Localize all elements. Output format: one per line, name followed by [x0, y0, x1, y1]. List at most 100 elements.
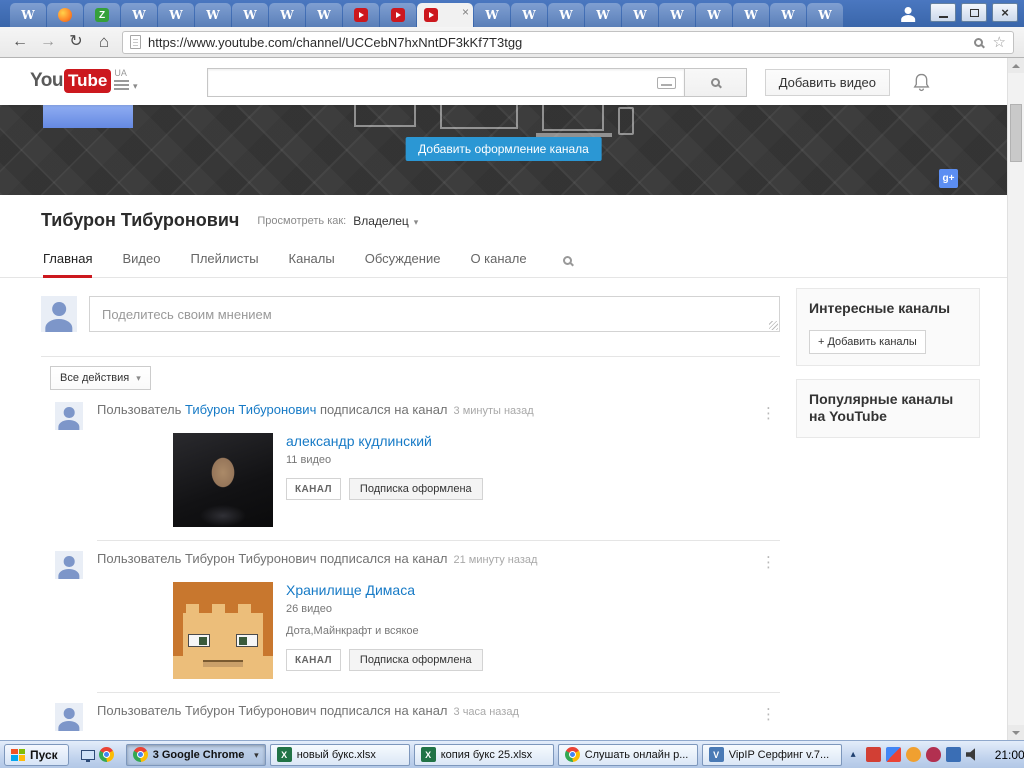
close-button[interactable]	[992, 3, 1018, 22]
browser-tab[interactable]: W	[696, 3, 732, 27]
scroll-up-arrow[interactable]	[1008, 58, 1024, 73]
item-menu-icon[interactable]	[761, 553, 776, 571]
browser-profile-icon[interactable]	[899, 4, 917, 22]
search-button[interactable]	[685, 68, 747, 97]
channel-tab[interactable]: Главная	[43, 242, 93, 278]
browser-tab[interactable]: W	[306, 3, 342, 27]
browser-tab[interactable]: W	[511, 3, 547, 27]
browser-tab[interactable]	[47, 3, 83, 27]
main-column: Все действия Пользователь Тибурон Тибуро…	[41, 278, 780, 732]
youtube-logo[interactable]: You Tube UA	[30, 68, 127, 93]
item-menu-icon[interactable]	[761, 705, 776, 723]
channel-thumbnail[interactable]	[173, 433, 273, 527]
notifications-bell-icon[interactable]	[913, 72, 930, 95]
view-as-dropdown[interactable]: Владелец	[353, 214, 418, 228]
back-button[interactable]	[10, 34, 30, 50]
channel-tab[interactable]: Плейлисты	[190, 242, 258, 278]
search-icon[interactable]	[973, 37, 983, 47]
shield-tray-icon[interactable]	[925, 747, 941, 762]
tab-close-icon[interactable]: ×	[462, 6, 469, 18]
channel-tab[interactable]: О канале	[470, 242, 526, 278]
resize-handle[interactable]	[769, 321, 778, 330]
browser-tab[interactable]: W	[10, 3, 46, 27]
channel-search-icon[interactable]	[562, 242, 572, 277]
keyboard-icon[interactable]	[657, 77, 676, 89]
subscribed-button[interactable]: Подписка оформлена	[348, 478, 483, 500]
scrollbar-thumb[interactable]	[1010, 104, 1022, 162]
taskbar-clock[interactable]: 21:00	[989, 748, 1024, 762]
browser-tab[interactable]	[380, 3, 416, 27]
wiki-favicon: W	[522, 8, 536, 22]
channel-tab[interactable]: Каналы	[289, 242, 335, 278]
share-opinion-input[interactable]	[89, 296, 780, 332]
channel-button[interactable]: КАНАЛ	[286, 478, 341, 500]
channel-tab[interactable]: Обсуждение	[365, 242, 441, 278]
scroll-down-arrow[interactable]	[1008, 725, 1024, 740]
actor-name: Тибурон Тибуронович	[184, 703, 317, 718]
restore-button[interactable]	[961, 3, 987, 22]
actor-name[interactable]: Тибурон Тибуронович	[185, 402, 316, 417]
browser-tab[interactable]: Z	[84, 3, 120, 27]
page-icon	[130, 35, 141, 49]
wiki-favicon: W	[559, 8, 573, 22]
show-desktop-icon[interactable]	[80, 745, 95, 765]
taskbar-button[interactable]: VipIP Серфинг v.7...	[701, 743, 842, 766]
add-channel-art-button[interactable]: Добавить оформление канала	[405, 137, 602, 161]
bookmark-star-icon[interactable]	[993, 33, 1006, 51]
firefox-favicon	[58, 8, 72, 22]
activity-prefix: Пользователь	[97, 551, 185, 566]
item-menu-icon[interactable]	[761, 404, 776, 422]
subscribed-button[interactable]: Подписка оформлена	[348, 649, 483, 671]
browser-tab[interactable]: W	[733, 3, 769, 27]
browser-tab[interactable]: W	[158, 3, 194, 27]
taskbar-button[interactable]: новый букс.xlsx	[269, 743, 410, 766]
card-buttons: КАНАЛ Подписка оформлена	[286, 649, 483, 671]
volume-tray-icon[interactable]	[965, 748, 975, 761]
refresh-button[interactable]	[66, 34, 86, 50]
browser-tab[interactable]: W	[121, 3, 157, 27]
browser-tab[interactable]: W	[474, 3, 510, 27]
add-channels-button[interactable]: + Добавить каналы	[809, 329, 926, 354]
phone-shape	[617, 107, 634, 135]
browser-tab[interactable]: W	[770, 3, 806, 27]
page-scrollbar[interactable]	[1007, 58, 1024, 740]
browser-tab[interactable]: W	[807, 3, 843, 27]
browser-tab[interactable]: W	[659, 3, 695, 27]
taskbar-button[interactable]: 3 Google Chrome	[125, 743, 266, 766]
browser-tab[interactable]: W	[622, 3, 658, 27]
browser-tab[interactable]: W	[195, 3, 231, 27]
channel-thumbnail[interactable]	[173, 582, 273, 679]
vipip-tray-icon[interactable]	[865, 747, 881, 762]
browser-tab[interactable]: W	[232, 3, 268, 27]
hidden-icons-tray-icon[interactable]	[846, 747, 861, 762]
wiki-favicon: W	[633, 8, 647, 22]
channel-title-link[interactable]: александр кудлинский	[286, 433, 432, 449]
minimize-button[interactable]	[930, 3, 956, 22]
upload-video-button[interactable]: Добавить видео	[764, 69, 890, 96]
chrome-quicklaunch-icon[interactable]	[98, 745, 114, 765]
channel-tab[interactable]: Видео	[122, 242, 160, 278]
guide-menu-icon[interactable]	[114, 77, 138, 92]
users-tray-icon[interactable]	[905, 747, 921, 762]
google-plus-icon[interactable]	[939, 169, 958, 188]
search-input[interactable]	[207, 68, 685, 97]
actor-name: Тибурон Тибуронович	[184, 551, 317, 566]
apps-tray-icon[interactable]	[885, 747, 901, 762]
channel-title-link[interactable]: Хранилище Димаса	[286, 582, 415, 598]
taskbar-button[interactable]: копия букс 25.xlsx	[413, 743, 554, 766]
channel-button[interactable]: КАНАЛ	[286, 649, 341, 671]
forward-button[interactable]	[38, 34, 58, 50]
browser-tab[interactable]: W	[269, 3, 305, 27]
address-bar[interactable]: https://www.youtube.com/channel/UCCebN7h…	[122, 30, 1014, 54]
browser-tab-active[interactable]: ×	[417, 3, 473, 27]
home-button[interactable]	[94, 33, 114, 51]
start-button[interactable]: Пуск	[4, 743, 69, 766]
browser-tab[interactable]	[343, 3, 379, 27]
browser-tab[interactable]: W	[585, 3, 621, 27]
taskbar-button[interactable]: Слушать онлайн р...	[557, 743, 698, 766]
related-channels-title: Интересные каналы	[809, 300, 951, 316]
browser-tab[interactable]: W	[548, 3, 584, 27]
url-text[interactable]: https://www.youtube.com/channel/UCCebN7h…	[148, 35, 522, 50]
activity-filter-dropdown[interactable]: Все действия	[50, 366, 151, 390]
keyboard-tray-icon[interactable]	[945, 747, 961, 762]
